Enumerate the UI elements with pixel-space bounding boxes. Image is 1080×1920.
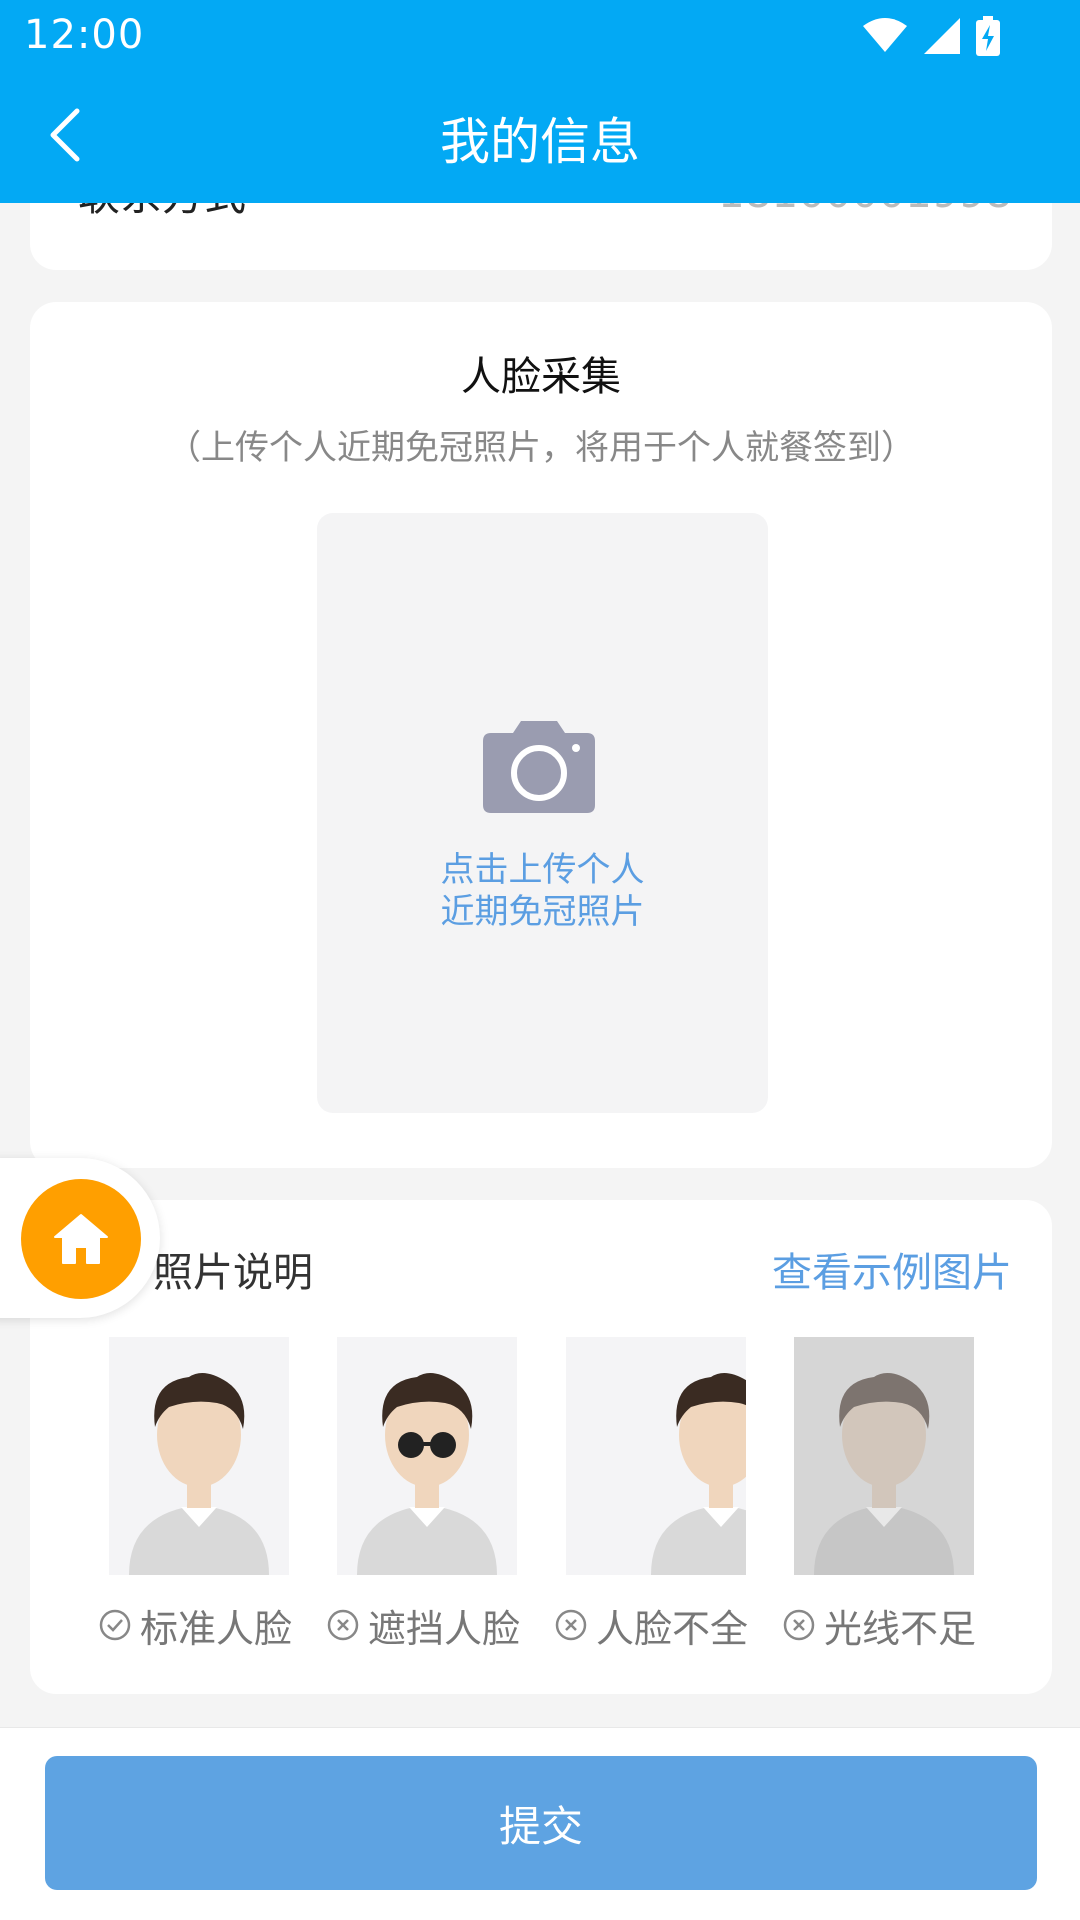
status-icons: [862, 14, 1000, 58]
photo-instructions-title: 照片说明: [153, 1250, 313, 1296]
cross-circle-icon: [783, 1609, 815, 1641]
example-label-low-light: 光线不足: [782, 1600, 1002, 1651]
photo-instructions-card: 照片说明 查看示例图片 标准人脸 遮挡人脸 人脸不全 光线不足: [30, 1200, 1052, 1694]
status-bar: 12:00: [0, 0, 1080, 72]
home-icon: [54, 1214, 108, 1264]
upload-hint-line1: 点击上传个人: [440, 850, 645, 890]
face-capture-card: 人脸采集 （上传个人近期免冠照片，将用于个人就餐签到） 点击上传个人 近期免冠照…: [30, 302, 1052, 1168]
cellular-signal-icon: [924, 18, 960, 54]
person-avatar-icon: [129, 1373, 269, 1575]
page-title: 我的信息: [440, 113, 640, 171]
battery-charging-icon: [976, 16, 1000, 56]
example-occluded-face: [337, 1337, 517, 1575]
example-standard-face: [109, 1337, 289, 1575]
example-label-incomplete: 人脸不全: [554, 1600, 774, 1651]
status-time: 12:00: [24, 12, 145, 58]
submit-button[interactable]: 提交: [45, 1756, 1037, 1890]
example-incomplete-face: [566, 1337, 746, 1575]
example-label-occluded: 遮挡人脸: [326, 1600, 546, 1651]
face-capture-title: 人脸采集: [461, 354, 621, 400]
view-sample-link[interactable]: 查看示例图片: [772, 1240, 1012, 1298]
camera-icon: [483, 721, 595, 813]
example-label-standard: 标准人脸: [98, 1600, 318, 1651]
example-low-light-face: [794, 1337, 974, 1575]
check-circle-icon: [99, 1609, 131, 1641]
face-capture-subtitle: （上传个人近期免冠照片，将用于个人就餐签到）: [167, 428, 915, 468]
home-button[interactable]: [21, 1179, 141, 1299]
cross-circle-icon: [327, 1609, 359, 1641]
photo-upload-area[interactable]: 点击上传个人 近期免冠照片: [317, 513, 768, 1113]
nav-bar: 我的信息: [0, 72, 1080, 203]
person-cropped-icon: [651, 1373, 746, 1575]
cross-circle-icon: [555, 1609, 587, 1641]
person-dim-icon: [814, 1373, 954, 1575]
upload-hint-line2: 近期免冠照片: [440, 892, 645, 932]
wifi-icon: [863, 18, 907, 52]
upload-hint: 点击上传个人 近期免冠照片: [317, 849, 768, 933]
app-header: 12:00 我的信息: [0, 0, 1080, 203]
person-sunglasses-icon: [357, 1373, 497, 1575]
bottom-action-bar: 提交: [0, 1727, 1080, 1920]
